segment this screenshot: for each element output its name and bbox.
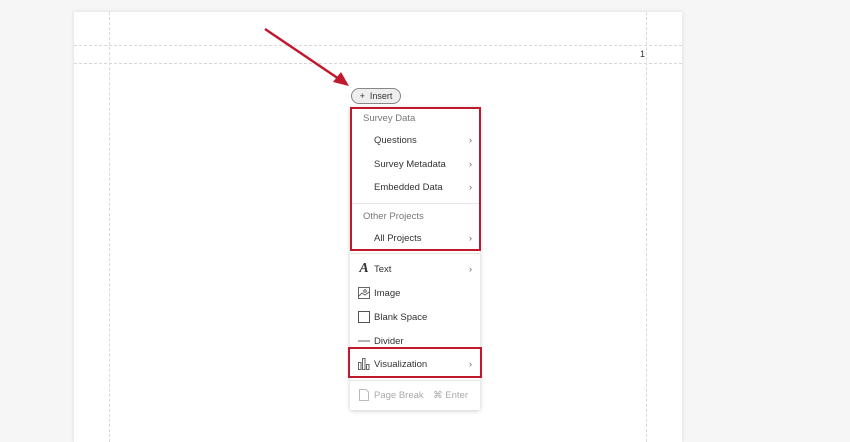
label: Page Break <box>374 389 424 401</box>
menu-item-page-break: Page Break ⌘ Enter <box>350 385 480 405</box>
insert-button[interactable]: + Insert <box>351 88 401 104</box>
divider <box>350 253 480 254</box>
menu-item-text[interactable]: A Text › <box>350 259 480 279</box>
blank-space-icon <box>358 311 370 323</box>
chevron-right-icon: › <box>468 263 472 275</box>
menu-item-image[interactable]: Image <box>350 283 480 303</box>
text-icon: A <box>359 261 369 276</box>
image-icon <box>358 287 370 299</box>
label: Divider <box>374 335 404 347</box>
page-break-icon <box>358 389 370 401</box>
divider-icon <box>358 335 370 347</box>
label: Text <box>374 263 392 275</box>
divider <box>350 380 480 381</box>
label: Image <box>374 287 401 299</box>
menu-item-blank-space[interactable]: Blank Space <box>350 307 480 327</box>
highlight-box-visualization <box>348 347 482 378</box>
shortcut: ⌘ Enter <box>433 389 468 401</box>
insert-label: Insert <box>369 91 393 101</box>
highlight-box-survey-data <box>350 107 481 251</box>
plus-icon: + <box>359 91 365 101</box>
label: Blank Space <box>374 311 428 323</box>
